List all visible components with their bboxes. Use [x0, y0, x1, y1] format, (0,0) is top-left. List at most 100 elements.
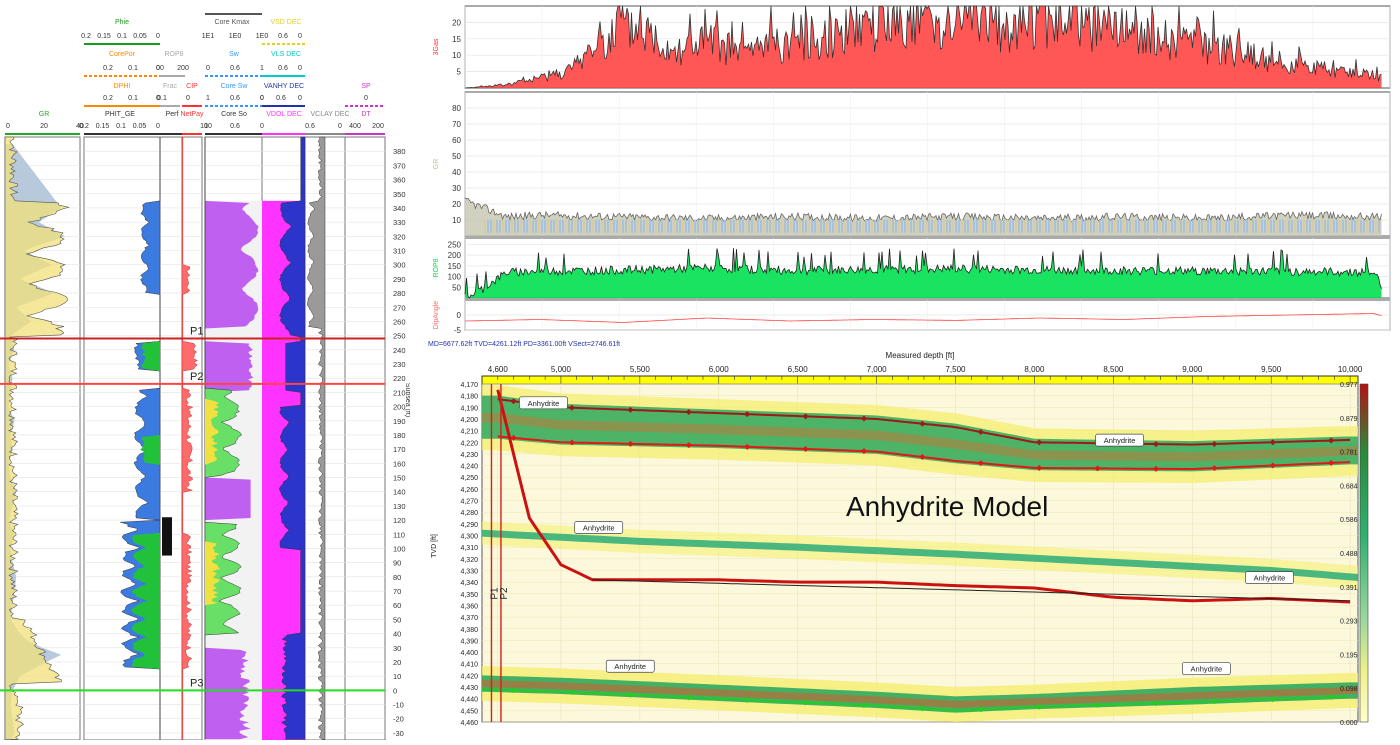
model-x-tick-label: 8,000 [1024, 365, 1045, 374]
anhydrite-label: Anhydrite [1095, 433, 1144, 447]
track-tick-vls: 0.6 [278, 65, 288, 72]
strip-tick-label: 5 [457, 68, 462, 77]
strip-tick-label: 250 [448, 240, 462, 249]
colorbar-tick-label: 0.000 [1340, 720, 1358, 727]
depth-tick-label: 290 [393, 275, 406, 284]
colorbar-tick-label: 0.586 [1340, 517, 1358, 524]
strip-tick-label: 15 [452, 35, 461, 44]
model-y-tick-label: 4,400 [460, 650, 478, 657]
strip-tick-label: 200 [448, 251, 462, 260]
perf-interval [162, 517, 172, 556]
strip-tick-label: 10 [452, 51, 461, 60]
model-x-tick-label: 10,000 [1338, 365, 1363, 374]
track-header-vls: VLS DEC [271, 51, 301, 58]
track-tick-gr: 0 [6, 123, 10, 130]
track-header-core-so: Core So [221, 111, 247, 118]
track-tick-vls: 0 [298, 65, 302, 72]
depth-tick-label: 100 [393, 544, 406, 553]
model-y-tick-label: 4,230 [460, 452, 478, 459]
track-tick-rop: 00 [156, 65, 164, 72]
model-y-tick-label: 4,410 [460, 662, 478, 669]
model-y-tick-label: 4,380 [460, 627, 478, 634]
track-tick-phie: 0.05 [133, 33, 147, 40]
depth-tick-label: 90 [393, 559, 401, 568]
track-tick-sp: 0 [364, 95, 368, 102]
colorbar-tick-label: 0.879 [1340, 416, 1358, 423]
strip-tick-label: 50 [452, 283, 461, 292]
model-y-tick-label: 4,210 [460, 429, 478, 436]
track-tick-phie: 0.2 [81, 33, 91, 40]
strip-tick-label: 80 [452, 104, 461, 113]
track-header-vsd: VSD DEC [270, 19, 301, 26]
depth-tick-label: 10 [393, 672, 401, 681]
depth-tick-label: -30 [393, 729, 404, 738]
depth-tick-label: 70 [393, 587, 401, 596]
model-info-text: MD=6677.62ft TVD=4261.12ft PD=3361.00ft … [428, 341, 620, 348]
depth-tick-label: 80 [393, 573, 401, 582]
strip-tick-label: 20 [452, 200, 461, 209]
track-header-rop: ROP8 [164, 51, 183, 58]
depth-tick-label: 150 [393, 474, 406, 483]
model-y-tick-label: 4,170 [460, 382, 478, 389]
anhydrite-label-text: Anhydrite [1191, 665, 1223, 674]
depth-tick-label: 370 [393, 161, 406, 170]
depth-tick-label: 250 [393, 332, 406, 341]
model-y-tick-label: 4,220 [460, 440, 478, 447]
depth-tick-label: 120 [393, 516, 406, 525]
track-tick-dphi: 0.2 [103, 95, 113, 102]
model-y-tick-label: 4,330 [460, 568, 478, 575]
strip-tick-label: 10 [452, 216, 461, 225]
marker-label-p3: P3 [190, 677, 203, 689]
track-header-sw: Sw [229, 51, 240, 58]
track-tick-sw: 0 [206, 65, 210, 72]
model-x-axis-label: Measured depth [ft] [886, 351, 955, 360]
track-tick-dt: 200 [372, 123, 384, 130]
model-y-tick-label: 4,180 [460, 394, 478, 401]
track-header-gr: GR [39, 111, 50, 118]
well-log-svg: Phie0.2 0.15 0.1 0.05 0Core Kmax1E1 1E0 1E0VSD… [0, 13, 411, 741]
anhydrite-label: Anhydrite [1182, 662, 1231, 675]
track-tick-frac: 0.1 [157, 95, 167, 102]
strip-tick-label: -5 [454, 326, 462, 335]
model-y-tick-label: 4,250 [460, 475, 478, 482]
track-tick-core-sw: 1 [206, 95, 210, 102]
model-y-tick-label: 4,360 [460, 603, 478, 610]
track-tick-phit: 0.05 [133, 123, 147, 130]
model-y-tick-label: 4,280 [460, 510, 478, 517]
track-header-phie: Phie [115, 19, 129, 26]
track-tick-core-kmax: 1E0 [229, 33, 242, 40]
strip-tick-label: 70 [452, 120, 461, 129]
colorbar [1359, 383, 1369, 723]
track-tick-cip: 0 [186, 95, 190, 102]
strip-charts-svg: 20 15 10 5 3Gas 80 70 60 50 40 30 20 10 GR 250 200 150 10… [433, 4, 1391, 335]
depth-tick-label: 20 [393, 658, 401, 667]
model-y-tick-label: 4,430 [460, 685, 478, 692]
model-x-tick-label: 9,000 [1182, 365, 1203, 374]
track-header-phit: PHIT_GE [105, 111, 135, 118]
marker-label-p1: P1 [190, 325, 203, 337]
depth-tick-label: 190 [393, 417, 406, 426]
anhydrite-label-text: Anhydrite [528, 399, 560, 408]
depth-tick-label: 0 [393, 686, 397, 695]
marker-label-p2: P2 [190, 371, 203, 383]
track-tick-vsd: 0 [298, 33, 302, 40]
track-tick-phit: 0 [156, 123, 160, 130]
depth-tick-label: 170 [393, 445, 406, 454]
track-tick-vclay: 0 [338, 123, 342, 130]
model-y-tick-label: 4,190 [460, 405, 478, 412]
track-tick-phit: 0.15 [96, 123, 110, 130]
strip-tick-label: 50 [452, 152, 461, 161]
track-tick-core-so: 0 [260, 123, 264, 130]
track-tick-corepor: 0.1 [128, 65, 138, 72]
model-y-tick-label: 4,260 [460, 487, 478, 494]
track-tick-phie: 0.1 [117, 33, 127, 40]
colorbar-tick-label: 0.098 [1340, 686, 1358, 693]
track-tick-sw: 0.6 [230, 65, 240, 72]
strip-axis-label: GR [433, 159, 440, 170]
track-header-core-kmax: Core Kmax [214, 19, 250, 26]
depth-tick-label: 340 [393, 204, 406, 213]
depth-tick-label: -20 [393, 715, 404, 724]
model-x-tick-label: 7,500 [945, 365, 966, 374]
depth-tick-label: -10 [393, 701, 404, 710]
model-y-tick-label: 4,420 [460, 673, 478, 680]
